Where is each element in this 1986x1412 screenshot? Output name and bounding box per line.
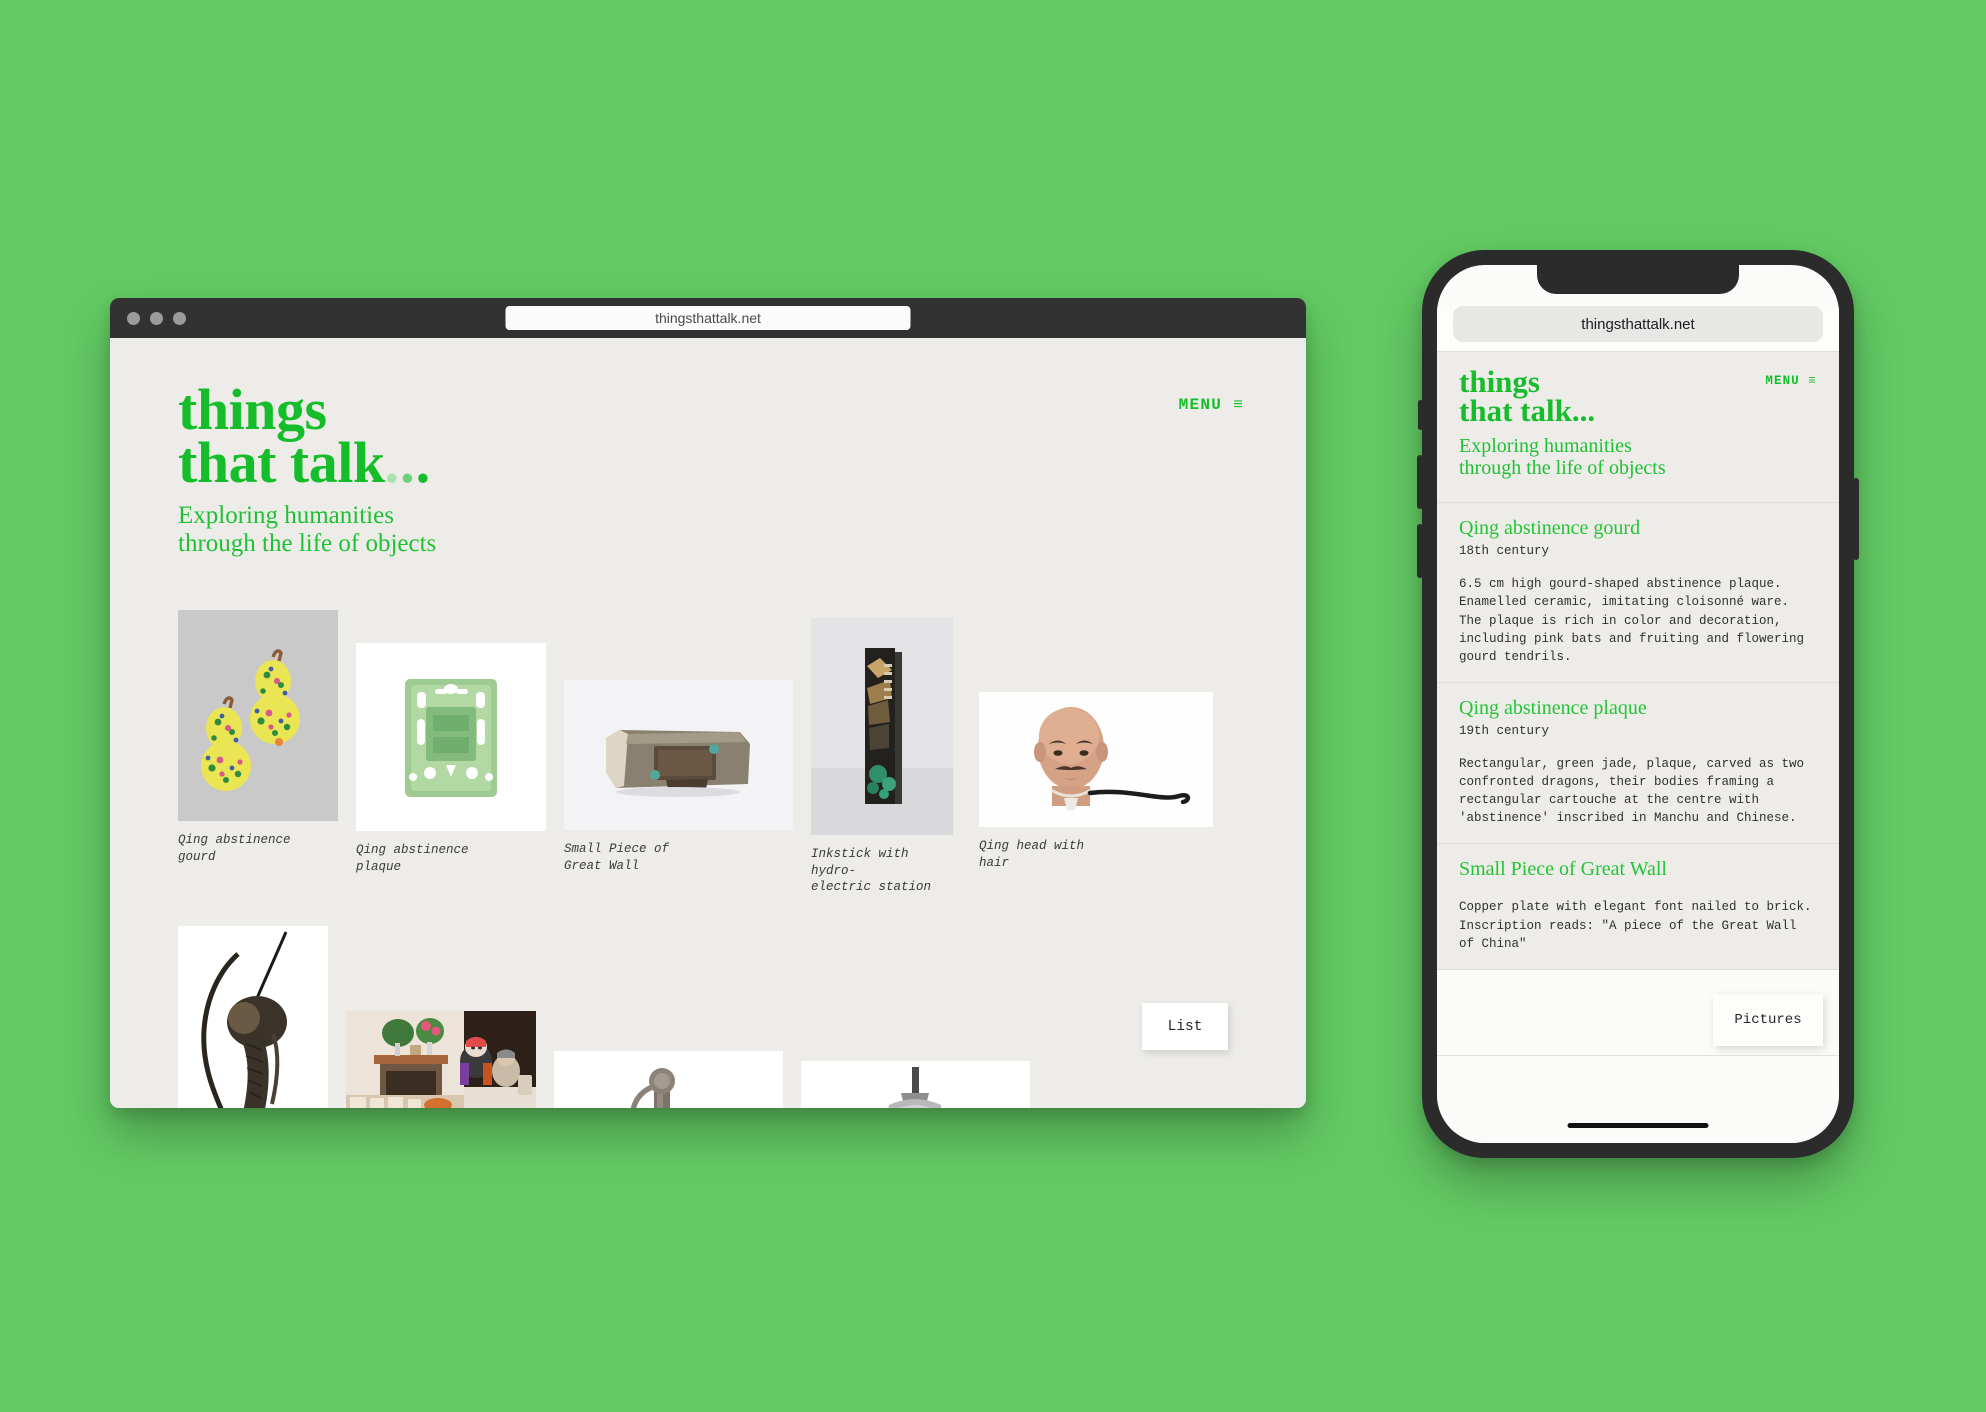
gallery-item[interactable]: Qing abstinence plaque [356,642,546,876]
gallery-caption: Qing head with hair [979,838,1085,870]
minimize-dot[interactable] [150,311,163,325]
artwork-gourd-image[interactable] [178,609,338,821]
hamburger-icon: ≡ [1808,374,1817,388]
gourd-illustration [178,609,338,821]
menu-button[interactable]: MENU ≡ [1179,396,1244,414]
maximize-dot[interactable] [173,311,186,325]
phone-browser-bar: thingsthattalk.net [1437,306,1839,352]
jade-plaque-illustration [356,642,546,831]
gallery-item[interactable] [554,1051,783,1108]
phone-logo-line-2: that talk... [1459,392,1596,428]
helmet-illustration [801,1061,1030,1108]
artwork-brick-image[interactable] [564,679,793,830]
entry-date: 19th century [1459,723,1550,738]
entry-title: Qing abstinence plaque [1459,696,1647,719]
artwork-head-image[interactable] [979,691,1213,827]
gallery-caption: Small Piece of Great Wall [564,841,670,873]
phone-bottom-bar [1437,1055,1839,1143]
phone-menu-button[interactable]: MENU ≡ [1765,374,1817,388]
phone-power-button[interactable] [1853,478,1859,560]
artwork-sword-image[interactable] [554,1051,783,1108]
gallery-row-2 [178,926,1306,1108]
entry-body: Rectangular, green jade, plaque, carved … [1459,756,1805,826]
pictures-button[interactable]: Pictures [1713,994,1823,1046]
list-item[interactable]: Qing abstinence gourd 18th century 6.5 c… [1437,503,1839,683]
gallery-item[interactable]: Qing abstinence gourd [178,609,338,866]
phone-site-logo[interactable]: things that talk... [1459,366,1817,428]
list-button[interactable]: List [1142,1003,1228,1050]
phone-page-content: things that talk... Exploring humanities… [1437,352,1839,970]
phone-logo-dots: ... [1571,392,1596,428]
phone-mute-switch[interactable] [1418,400,1423,430]
tagline-line-1: Exploring humanities [178,501,394,529]
menu-button-label: MENU [1178,396,1223,414]
sword-hilt-illustration [554,1051,783,1108]
phone-menu-button-label: MENU [1765,374,1800,388]
artwork-interior-image[interactable] [346,1011,536,1108]
phone-tagline-line-1: Exploring humanities [1459,434,1632,457]
entry-body: Copper plate with elegant font nailed to… [1459,900,1812,951]
desktop-browser-window: thingsthattalk.net things that talk... E… [110,298,1306,1108]
list-item[interactable]: Qing abstinence plaque 19th century Rect… [1437,682,1839,845]
phone-volume-up-button[interactable] [1417,455,1423,509]
address-bar[interactable]: thingsthattalk.net [505,306,911,330]
hair-queue-illustration [178,926,328,1108]
phone-notch [1537,265,1739,294]
phone-volume-down-button[interactable] [1417,524,1423,578]
entry-date: 18th century [1459,544,1550,559]
traffic-lights [110,311,186,325]
tagline-line-2: through the life of objects [178,529,437,557]
phone-site-header: things that talk... Exploring humanities… [1437,352,1839,504]
gallery-row-1: Qing abstinence gourd Qing abstinence pl… [178,609,1306,897]
logo-dots: ... [384,430,432,496]
site-tagline: Exploring humanities through the life of… [178,502,1246,558]
entry-title: Qing abstinence gourd [1459,517,1641,540]
gallery-item[interactable] [801,1061,1030,1108]
gallery-item[interactable] [346,1011,536,1108]
gallery-item[interactable]: Inkstick with hydro-electric station [811,617,961,897]
phone-site-tagline: Exploring humanities through the life of… [1459,435,1817,481]
entry-title: Small Piece of Great Wall [1459,858,1667,881]
logo-line-2: that talk... [178,430,432,496]
phone-screen: thingsthattalk.net things that talk... E… [1437,265,1839,1143]
great-wall-brick-illustration [564,679,793,830]
browser-viewport: things that talk... Exploring humanities… [110,338,1306,1108]
close-dot[interactable] [127,311,140,325]
logo-line-1: things [178,377,327,442]
phone-address-bar-text: thingsthattalk.net [1581,315,1695,333]
artwork-inkstick-image[interactable] [811,617,953,835]
gallery-item[interactable]: Small Piece of Great Wall [564,679,793,875]
browser-titlebar: thingsthattalk.net [110,298,1306,338]
inkstick-illustration [811,617,953,835]
hamburger-icon: ≡ [1233,396,1244,414]
gallery-caption: Inkstick with hydro-electric station [811,846,932,895]
artwork-helmet-image[interactable] [801,1061,1030,1108]
gallery-item[interactable]: Qing head with hair [979,691,1213,872]
gallery: Qing abstinence gourd Qing abstinence pl… [110,558,1306,1108]
interior-photo-illustration [346,1011,536,1108]
qing-head-illustration [979,691,1213,827]
address-bar-text: thingsthattalk.net [655,310,761,326]
phone-device: thingsthattalk.net things that talk... E… [1417,250,1859,1158]
artwork-jade-image[interactable] [356,642,546,831]
phone-address-bar[interactable]: thingsthattalk.net [1453,306,1823,342]
site-header: things that talk... Exploring humanities… [110,338,1306,558]
list-button-label: List [1167,1018,1203,1035]
site-logo[interactable]: things that talk... [178,377,1246,496]
list-item[interactable]: Small Piece of Great Wall Copper plate w… [1437,844,1839,970]
phone-tagline-line-2: through the life of objects [1459,457,1666,480]
artwork-queue-image[interactable] [178,926,328,1108]
gallery-caption: Qing abstinence plaque [356,842,469,874]
gallery-caption: Qing abstinence gourd [178,832,291,864]
gallery-item[interactable] [178,926,328,1108]
home-indicator[interactable] [1567,1123,1709,1128]
pictures-button-label: Pictures [1734,1012,1802,1028]
entry-body: 6.5 cm high gourd-shaped abstinence plaq… [1459,577,1805,664]
